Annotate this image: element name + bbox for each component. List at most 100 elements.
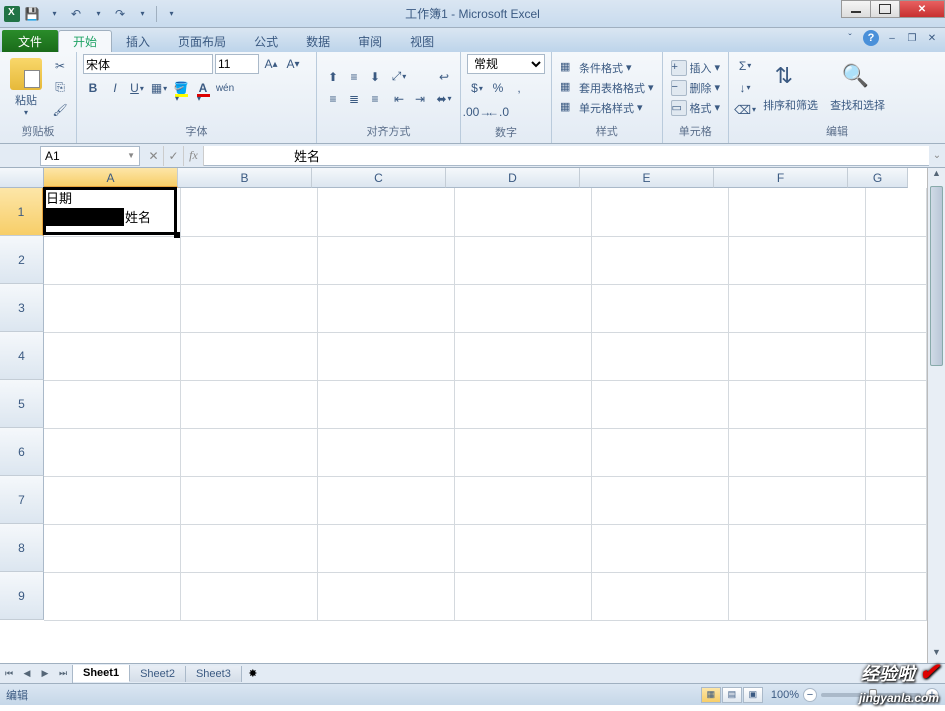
namebox-dropdown-icon[interactable]: ▼ bbox=[127, 151, 135, 160]
underline-button[interactable]: U bbox=[127, 78, 147, 98]
font-color-button[interactable]: A bbox=[193, 78, 213, 98]
align-bottom-icon[interactable]: ⬇ bbox=[365, 67, 385, 87]
column-header-e[interactable]: E bbox=[580, 168, 714, 188]
next-sheet-icon[interactable]: ▶ bbox=[36, 665, 54, 683]
cells-area[interactable]: 日期 姓名 bbox=[44, 188, 927, 663]
row-header-9[interactable]: 9 bbox=[0, 572, 44, 620]
font-name-select[interactable] bbox=[83, 54, 213, 74]
layout-tab[interactable]: 页面布局 bbox=[164, 30, 240, 52]
save-icon[interactable]: 💾 bbox=[22, 4, 42, 24]
autosum-icon[interactable]: Σ bbox=[735, 56, 755, 76]
doc-restore-icon[interactable]: ❐ bbox=[905, 31, 919, 45]
italic-button[interactable]: I bbox=[105, 78, 125, 98]
number-format-select[interactable]: 常规 bbox=[467, 54, 545, 74]
table-format-button[interactable]: ▦套用表格格式▾ bbox=[558, 79, 656, 97]
align-center-icon[interactable]: ≣ bbox=[344, 89, 364, 109]
scroll-up-icon[interactable]: ▲ bbox=[928, 168, 945, 184]
view-tab[interactable]: 视图 bbox=[396, 30, 448, 52]
indent-increase-icon[interactable]: ⇥ bbox=[410, 89, 430, 109]
increase-decimal-icon[interactable]: .00→ bbox=[467, 102, 487, 122]
page-layout-view-icon[interactable]: ▤ bbox=[722, 687, 742, 703]
doc-minimize-icon[interactable]: – bbox=[885, 31, 899, 45]
row-header-8[interactable]: 8 bbox=[0, 524, 44, 572]
align-left-icon[interactable]: ≡ bbox=[323, 89, 343, 109]
row-header-3[interactable]: 3 bbox=[0, 284, 44, 332]
shrink-font-icon[interactable]: A▾ bbox=[283, 54, 303, 74]
align-middle-icon[interactable]: ≡ bbox=[344, 67, 364, 87]
row-header-4[interactable]: 4 bbox=[0, 332, 44, 380]
insert-cells-button[interactable]: +插入▾ bbox=[669, 59, 723, 77]
merge-cells-icon[interactable]: ⬌ bbox=[434, 89, 454, 109]
zoom-out-button[interactable]: − bbox=[803, 688, 817, 702]
row-header-2[interactable]: 2 bbox=[0, 236, 44, 284]
row-header-5[interactable]: 5 bbox=[0, 380, 44, 428]
insert-function-icon[interactable]: fx bbox=[184, 146, 204, 166]
home-tab[interactable]: 开始 bbox=[58, 30, 112, 52]
grow-font-icon[interactable]: A▴ bbox=[261, 54, 281, 74]
scroll-thumb[interactable] bbox=[930, 186, 943, 366]
column-header-b[interactable]: B bbox=[178, 168, 312, 188]
redo-icon[interactable]: ↷ bbox=[110, 4, 130, 24]
align-top-icon[interactable]: ⬆ bbox=[323, 67, 343, 87]
comma-icon[interactable]: , bbox=[509, 78, 529, 98]
paste-button[interactable]: 粘贴 ▾ bbox=[6, 56, 46, 119]
wrap-text-icon[interactable]: ↩ bbox=[434, 67, 454, 87]
fill-handle[interactable] bbox=[174, 232, 180, 238]
redo-dropdown[interactable] bbox=[132, 4, 152, 24]
vertical-scrollbar[interactable]: ▲ ▼ bbox=[927, 168, 945, 663]
orientation-icon[interactable]: ⤢ bbox=[389, 67, 409, 87]
row-header-1[interactable]: 1 bbox=[0, 188, 44, 236]
fill-icon[interactable]: ↓ bbox=[735, 78, 755, 98]
normal-view-icon[interactable]: ▦ bbox=[701, 687, 721, 703]
border-button[interactable]: ▦ bbox=[149, 78, 169, 98]
sheet-tab-1[interactable]: Sheet1 bbox=[73, 665, 130, 682]
minimize-ribbon-icon[interactable]: ˇ bbox=[843, 31, 857, 45]
column-header-d[interactable]: D bbox=[446, 168, 580, 188]
zoom-level[interactable]: 100% bbox=[771, 689, 799, 701]
sheet-tab-3[interactable]: Sheet3 bbox=[186, 666, 242, 682]
cell-styles-button[interactable]: ▦单元格样式▾ bbox=[558, 99, 656, 117]
first-sheet-icon[interactable]: ⏮ bbox=[0, 665, 18, 683]
column-header-c[interactable]: C bbox=[312, 168, 446, 188]
conditional-format-button[interactable]: ▦条件格式▾ bbox=[558, 59, 656, 77]
help-icon[interactable]: ? bbox=[863, 30, 879, 46]
maximize-button[interactable] bbox=[870, 0, 900, 18]
clear-icon[interactable]: ⌫ bbox=[735, 100, 755, 120]
decrease-decimal-icon[interactable]: ←.0 bbox=[488, 102, 508, 122]
expand-formula-icon[interactable]: ⌄ bbox=[929, 150, 945, 161]
enter-formula-icon[interactable]: ✓ bbox=[164, 146, 184, 166]
copy-icon[interactable]: ⎘ bbox=[50, 78, 70, 98]
undo-dropdown[interactable] bbox=[88, 4, 108, 24]
format-cells-button[interactable]: ▭格式▾ bbox=[669, 99, 723, 117]
close-button[interactable] bbox=[899, 0, 945, 18]
page-break-view-icon[interactable]: ▣ bbox=[743, 687, 763, 703]
fill-color-button[interactable]: 🪣 bbox=[171, 78, 191, 98]
name-box[interactable]: A1 ▼ bbox=[40, 146, 140, 166]
save-dropdown[interactable] bbox=[44, 4, 64, 24]
prev-sheet-icon[interactable]: ◀ bbox=[18, 665, 36, 683]
indent-decrease-icon[interactable]: ⇤ bbox=[389, 89, 409, 109]
formulas-tab[interactable]: 公式 bbox=[240, 30, 292, 52]
cancel-formula-icon[interactable]: ✕ bbox=[144, 146, 164, 166]
find-select-button[interactable]: 🔍 查找和选择 bbox=[826, 61, 889, 115]
align-right-icon[interactable]: ≡ bbox=[365, 89, 385, 109]
bold-button[interactable]: B bbox=[83, 78, 103, 98]
formula-input[interactable]: 姓名 bbox=[204, 146, 929, 166]
format-painter-icon[interactable]: 🖌 bbox=[50, 100, 70, 120]
last-sheet-icon[interactable]: ⏭ bbox=[54, 665, 72, 683]
undo-icon[interactable]: ↶ bbox=[66, 4, 86, 24]
row-header-7[interactable]: 7 bbox=[0, 476, 44, 524]
phonetic-button[interactable]: wén bbox=[215, 78, 235, 98]
app-icon[interactable] bbox=[4, 6, 20, 22]
file-tab[interactable]: 文件 bbox=[2, 30, 58, 52]
qat-customize[interactable] bbox=[161, 4, 181, 24]
column-header-a[interactable]: A bbox=[44, 168, 178, 188]
font-size-select[interactable] bbox=[215, 54, 259, 74]
minimize-button[interactable] bbox=[841, 0, 871, 18]
sheet-tab-2[interactable]: Sheet2 bbox=[130, 666, 186, 682]
sort-filter-button[interactable]: ⇅ 排序和筛选 bbox=[759, 61, 822, 115]
percent-icon[interactable]: % bbox=[488, 78, 508, 98]
doc-close-icon[interactable]: ✕ bbox=[925, 31, 939, 45]
review-tab[interactable]: 审阅 bbox=[344, 30, 396, 52]
cut-icon[interactable]: ✂ bbox=[50, 56, 70, 76]
